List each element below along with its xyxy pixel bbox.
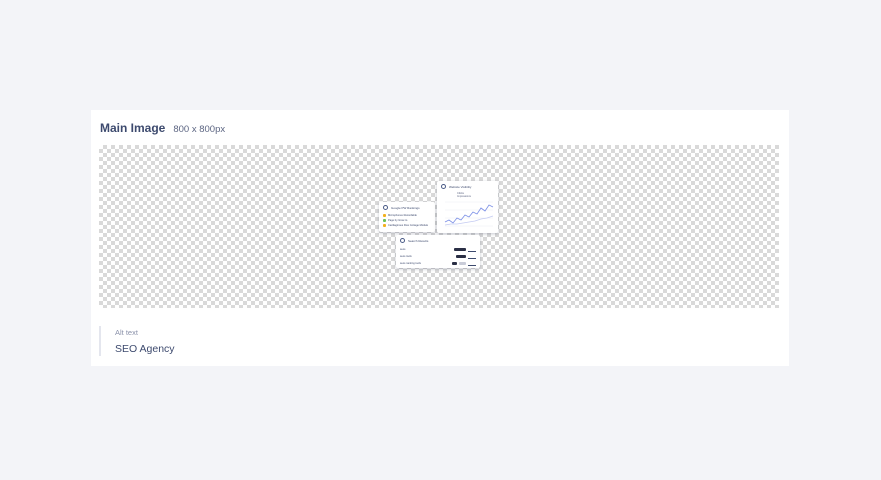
google-icon <box>400 238 405 243</box>
image-preview[interactable]: Google PW Rankings Microphones Recordabl… <box>99 145 779 308</box>
preview-card-title: Search Results <box>408 238 429 243</box>
list-item: seos <box>396 246 480 253</box>
list-item: seos tools <box>396 253 480 260</box>
sparkline <box>468 255 476 259</box>
progress-bar-track <box>459 262 466 265</box>
progress-bar <box>456 255 466 258</box>
preview-card-title: Google PW Rankings <box>391 205 420 210</box>
status-dot <box>383 214 386 217</box>
progress-bar <box>454 248 466 251</box>
alt-text-label: Alt text <box>115 328 138 337</box>
image-dimensions: 800 x 800px <box>173 124 226 135</box>
image-title: Main Image <box>100 121 166 135</box>
alt-text-field[interactable]: Alt text SEO Agency <box>99 326 175 356</box>
image-card: Main Image 800 x 800px Google PW Ranking… <box>91 110 789 366</box>
line-chart <box>444 201 494 227</box>
list-item: seos ranking tools <box>396 260 480 267</box>
preview-keywords-card: Search Results seos seos tools seos rank… <box>396 235 480 268</box>
alt-text-value[interactable]: SEO Agency <box>115 343 175 355</box>
preview-performance-card: Google PW Rankings Microphones Recordabl… <box>379 202 435 232</box>
status-dot <box>383 224 386 227</box>
card-header: Main Image 800 x 800px <box>100 121 225 135</box>
sparkline <box>468 248 476 252</box>
list-item: Cartilaginous Dive Cottage Module <box>379 223 435 228</box>
progress-bar <box>452 262 457 265</box>
google-icon <box>441 184 446 189</box>
google-icon <box>383 205 388 210</box>
preview-card-title: Website Visibility <box>449 184 472 189</box>
preview-chart-card: Website Visibility Clicks Impressions <box>437 181 498 233</box>
sparkline <box>468 262 476 266</box>
status-dot <box>383 219 386 222</box>
